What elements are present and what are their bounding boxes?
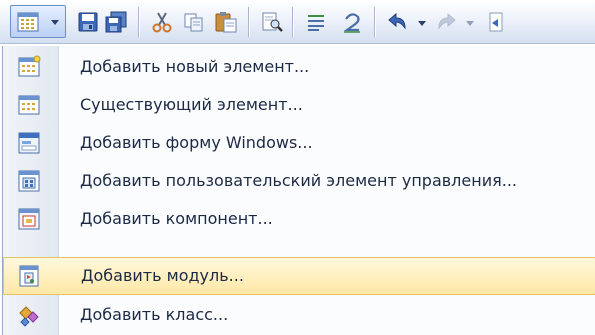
comment-lines-icon: [308, 15, 324, 31]
toolbar-separator: [292, 7, 293, 37]
component-icon: [18, 208, 40, 230]
uncomment-button[interactable]: [338, 8, 366, 36]
redo-button[interactable]: [432, 8, 460, 36]
standard-toolbar: [0, 0, 595, 44]
menu-item-add-class[interactable]: Добавить класс...: [3, 296, 595, 334]
scissors-icon: [152, 12, 172, 33]
menu-item-label: Добавить форму Windows...: [80, 133, 313, 152]
menu-item-add-component[interactable]: Добавить компонент...: [3, 200, 595, 238]
user-control-icon: [18, 170, 40, 192]
menu-item-label: Добавить класс...: [80, 305, 229, 324]
new-item-icon: [18, 55, 41, 77]
menu-item-label: Добавить новый элемент...: [80, 57, 310, 76]
undo-button[interactable]: [384, 8, 412, 36]
grid-icon: [17, 12, 39, 32]
navigate-back-icon: [489, 12, 503, 32]
undo-dropdown-chevron-icon[interactable]: [418, 21, 426, 26]
class-icon: [19, 306, 39, 327]
redo-icon: [438, 12, 456, 30]
add-item-split-button[interactable]: [10, 5, 66, 38]
undo-icon: [388, 12, 406, 30]
menu-item-add-new-item[interactable]: Добавить новый элемент...: [3, 48, 595, 86]
menu-item-add-user-control[interactable]: Добавить пользовательский элемент управл…: [3, 162, 595, 200]
paste-button[interactable]: [212, 8, 240, 36]
save-button[interactable]: [74, 8, 102, 36]
floppy-disk-icon: [78, 12, 98, 32]
copy-icon: [184, 13, 203, 32]
module-icon: [19, 265, 39, 287]
redo-dropdown-chevron-icon[interactable]: [466, 21, 474, 26]
copy-button[interactable]: [180, 8, 208, 36]
menu-item-add-module[interactable]: Добавить модуль...: [3, 257, 595, 295]
cut-button[interactable]: [148, 8, 176, 36]
add-item-dropdown-menu: Добавить новый элемент... Существующий э…: [2, 46, 595, 335]
save-all-icon: [105, 11, 127, 33]
windows-form-icon: [18, 132, 40, 154]
toolbar-separator: [248, 7, 249, 37]
existing-item-icon: [18, 95, 40, 115]
navigate-backward-button[interactable]: [482, 8, 510, 36]
menu-item-existing-item[interactable]: Существующий элемент...: [3, 86, 595, 124]
menu-item-add-windows-form[interactable]: Добавить форму Windows...: [3, 124, 595, 162]
uncomment-lines-icon: [343, 13, 360, 33]
toolbar-separator: [374, 7, 375, 37]
comment-button[interactable]: [302, 8, 330, 36]
menu-item-label: Существующий элемент...: [80, 95, 303, 114]
toolbar-separator: [138, 7, 139, 37]
menu-item-label: Добавить компонент...: [80, 209, 273, 228]
find-button[interactable]: [258, 8, 286, 36]
chevron-down-icon[interactable]: [51, 20, 59, 25]
clipboard-icon: [215, 12, 237, 33]
save-all-button[interactable]: [102, 8, 130, 36]
menu-item-label: Добавить пользовательский элемент управл…: [80, 171, 517, 190]
menu-item-label: Добавить модуль...: [81, 266, 244, 285]
find-in-files-icon: [262, 12, 283, 32]
